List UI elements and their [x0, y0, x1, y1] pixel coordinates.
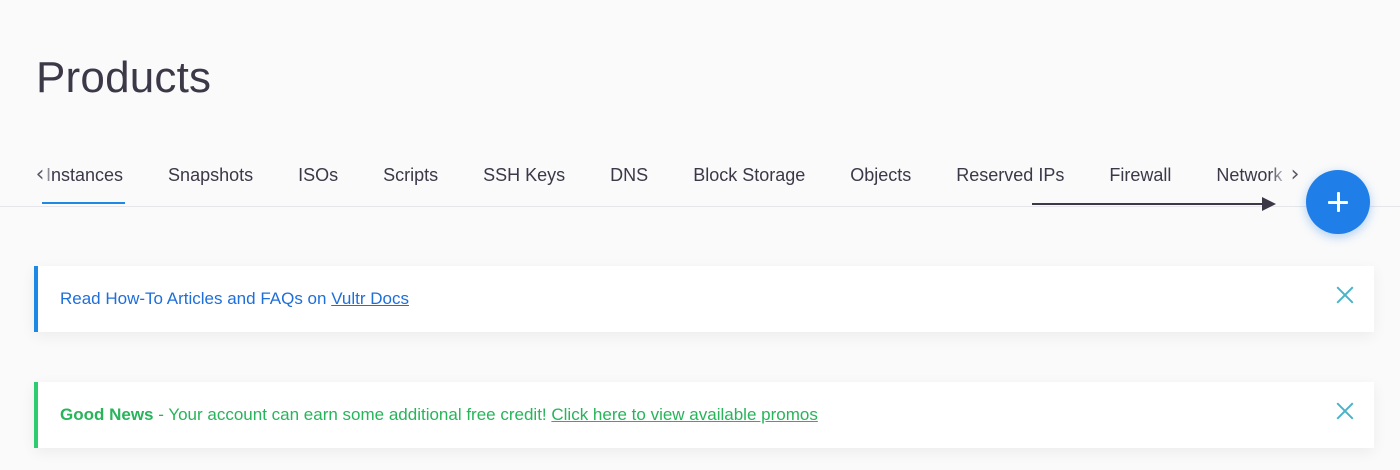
chevron-right-icon[interactable]: › [1287, 163, 1303, 187]
tab-isos[interactable]: ISOs [276, 150, 360, 200]
view-promos-link[interactable]: Click here to view available promos [551, 405, 817, 424]
close-icon[interactable] [1334, 400, 1356, 422]
tab-ssh-keys[interactable]: SSH Keys [461, 150, 587, 200]
docs-notice-message: Read How-To Articles and FAQs on Vultr D… [60, 266, 409, 332]
tab-scripts[interactable]: Scripts [361, 150, 460, 200]
promo-notice-message: Good News - Your account can earn some a… [60, 382, 818, 448]
tab-dns[interactable]: DNS [588, 150, 670, 200]
chevron-left-icon[interactable]: ‹ [32, 163, 48, 187]
annotation-arrow-head [1262, 197, 1276, 211]
docs-notice-text: Read How-To Articles and FAQs on [60, 289, 332, 308]
docs-notice: Read How-To Articles and FAQs on Vultr D… [34, 266, 1374, 332]
products-page: Products Instances Snapshots ISOs Script… [0, 0, 1400, 470]
promo-notice-text: - Your account can earn some additional … [153, 405, 552, 424]
promo-notice-heading: Good News [60, 405, 154, 424]
tab-reserved-ips[interactable]: Reserved IPs [934, 150, 1086, 200]
promo-notice: Good News - Your account can earn some a… [34, 382, 1374, 448]
add-product-button[interactable] [1306, 170, 1370, 234]
tab-snapshots[interactable]: Snapshots [146, 150, 275, 200]
page-title: Products [36, 53, 212, 102]
tabs-viewport: Instances Snapshots ISOs Scripts SSH Key… [34, 150, 1300, 206]
products-tab-bar: Instances Snapshots ISOs Scripts SSH Key… [0, 150, 1400, 207]
tab-objects[interactable]: Objects [828, 150, 933, 200]
annotation-arrow-line [1032, 203, 1264, 205]
tabs-track: Instances Snapshots ISOs Scripts SSH Key… [34, 150, 1300, 204]
plus-icon-stroke [1336, 192, 1340, 212]
tab-block-storage[interactable]: Block Storage [671, 150, 827, 200]
tab-firewall[interactable]: Firewall [1087, 150, 1193, 200]
close-icon[interactable] [1334, 284, 1356, 306]
vultr-docs-link[interactable]: Vultr Docs [331, 289, 409, 308]
